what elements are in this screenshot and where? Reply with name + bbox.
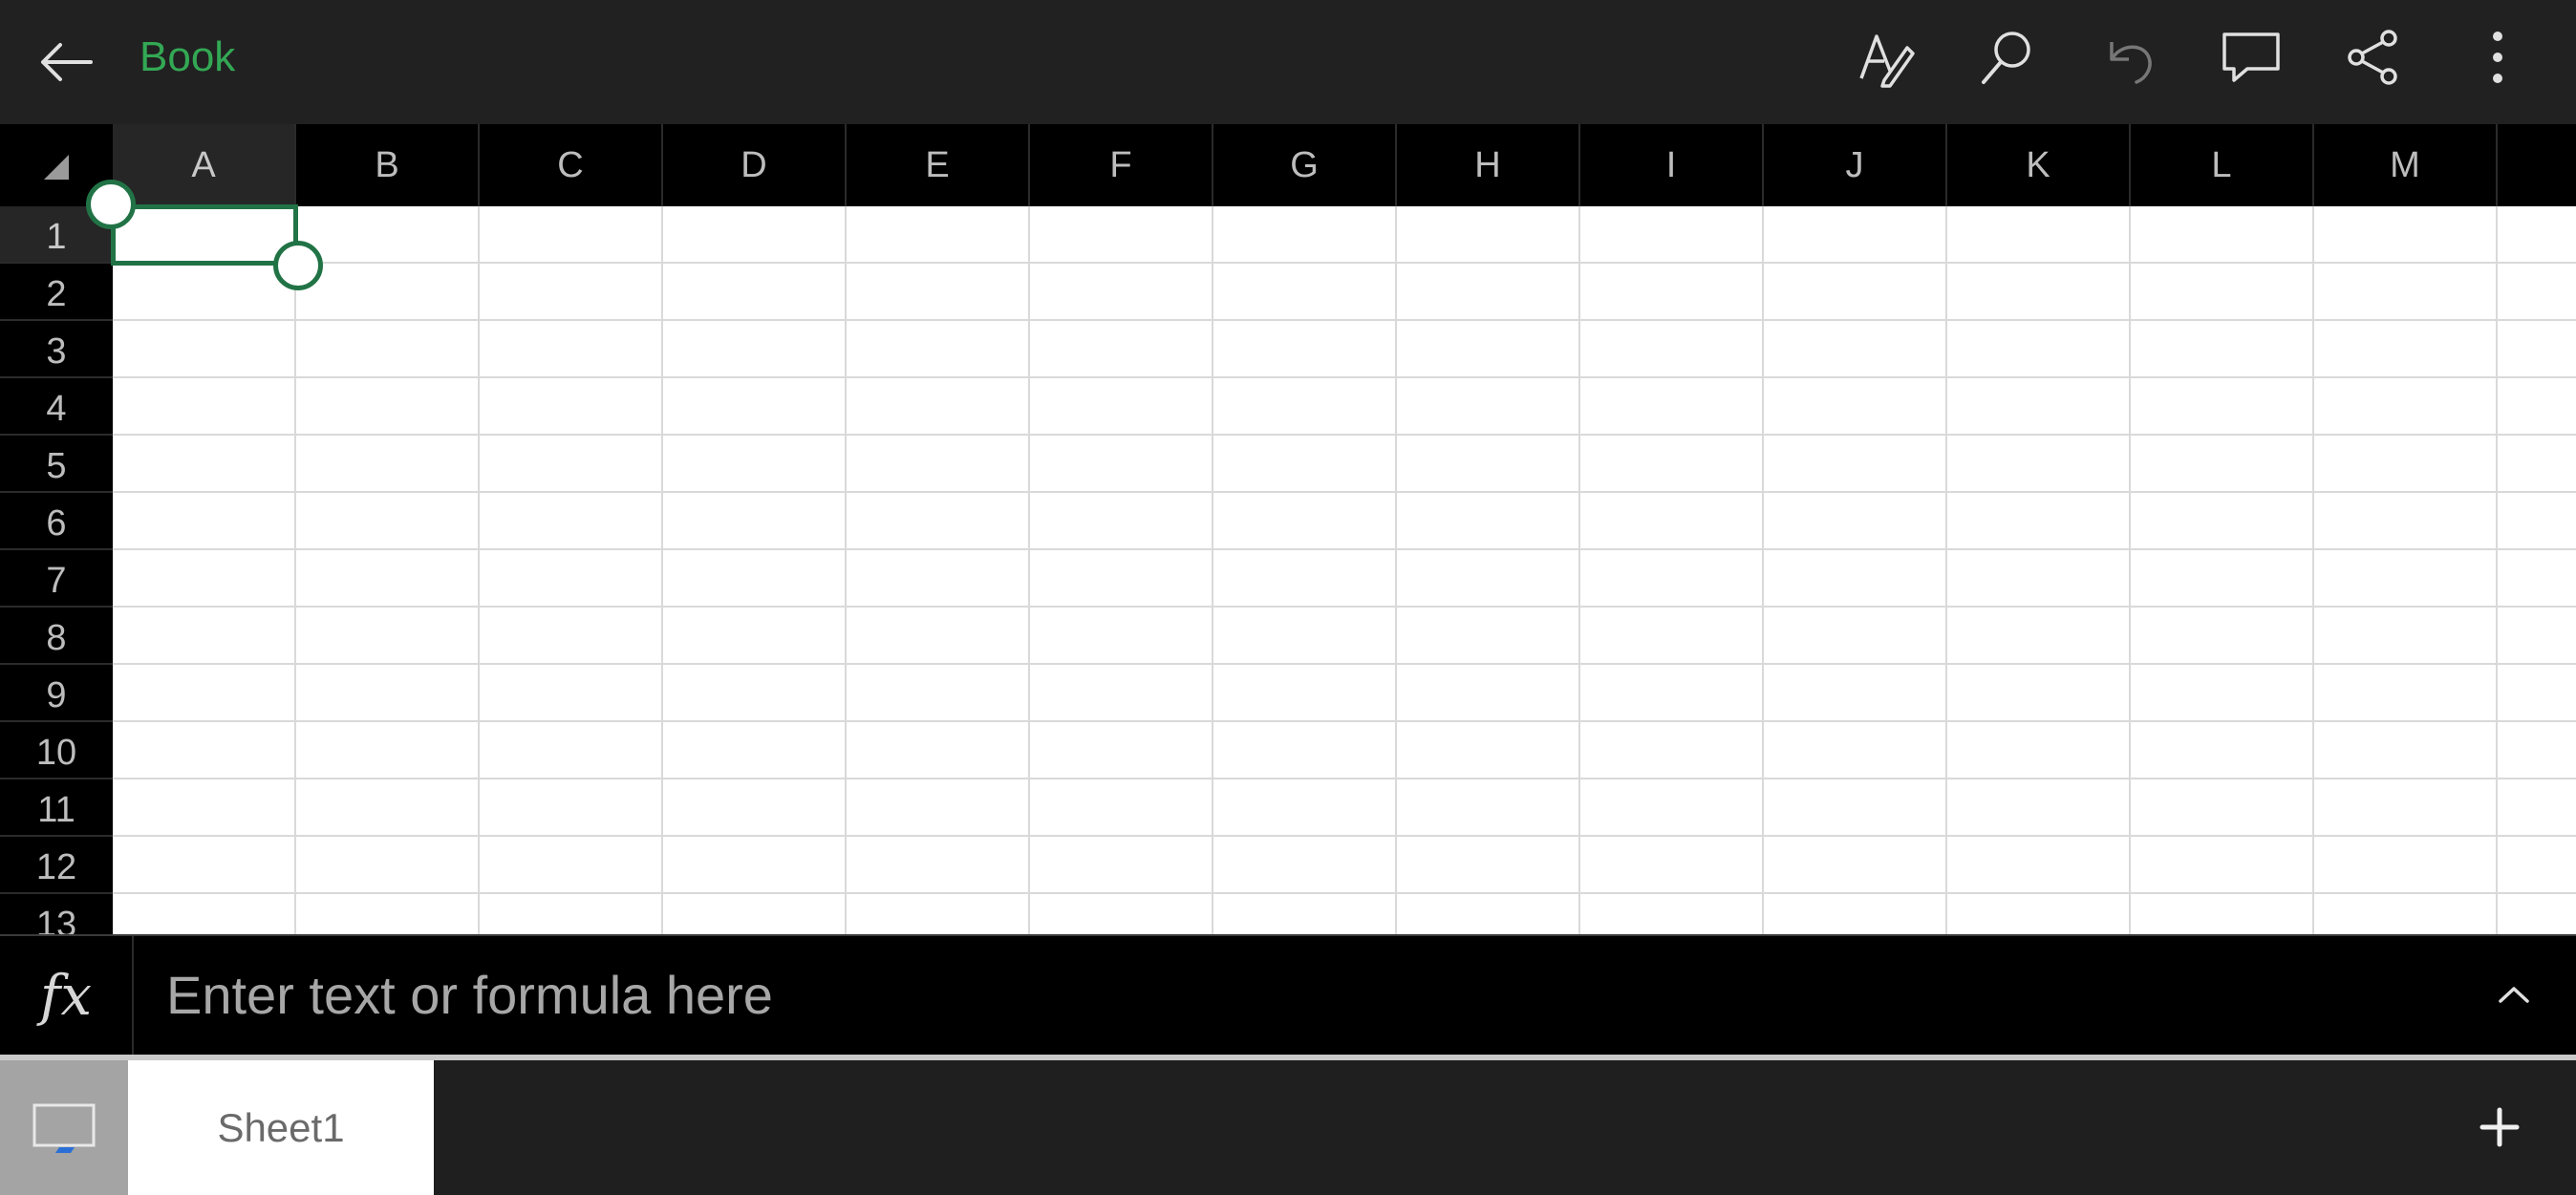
column-header-h[interactable]: H	[1397, 124, 1580, 206]
column-header-i[interactable]: I	[1580, 124, 1764, 206]
row-header-2[interactable]: 2	[0, 264, 113, 321]
top-app-bar: Book	[0, 0, 2576, 124]
chevron-up-icon	[2499, 987, 2529, 1003]
back-button[interactable]	[23, 24, 109, 100]
row-header-11[interactable]: 11	[0, 779, 113, 837]
search-button[interactable]	[1961, 19, 2052, 96]
column-header-c[interactable]: C	[480, 124, 663, 206]
more-vertical-icon	[2493, 32, 2502, 83]
column-header-j[interactable]: J	[1764, 124, 1947, 206]
undo-icon	[2110, 42, 2152, 84]
column-header-m[interactable]: M	[2314, 124, 2498, 206]
row-headers: 1 2 3 4 5 6 7 8 9 10 11 12 13	[0, 206, 113, 934]
selection-handle-bottom-right[interactable]	[273, 241, 323, 290]
pen-draw-icon	[1859, 34, 1915, 88]
document-title[interactable]: Book	[140, 0, 235, 115]
row-header-4[interactable]: 4	[0, 378, 113, 436]
row-header-6[interactable]: 6	[0, 493, 113, 550]
formula-bar: fx	[0, 934, 2576, 1055]
sheets-view-icon	[32, 1103, 96, 1153]
search-icon	[1982, 32, 2030, 84]
row-header-5[interactable]: 5	[0, 436, 113, 493]
comment-button[interactable]	[2205, 19, 2297, 96]
row-header-9[interactable]: 9	[0, 665, 113, 722]
undo-button[interactable]	[2083, 19, 2175, 96]
insert-function-button[interactable]: fx	[0, 936, 134, 1055]
selected-cell-outline[interactable]	[111, 204, 298, 266]
more-button[interactable]	[2452, 19, 2544, 96]
share-icon	[2348, 30, 2397, 85]
column-header-a[interactable]: A	[113, 124, 296, 206]
comment-icon	[2222, 32, 2280, 82]
column-header-f[interactable]: F	[1030, 124, 1213, 206]
row-header-10[interactable]: 10	[0, 722, 113, 779]
sheets-view-button[interactable]	[0, 1060, 128, 1195]
back-arrow-icon	[41, 43, 93, 81]
plus-icon	[2479, 1107, 2520, 1147]
column-header-d[interactable]: D	[663, 124, 847, 206]
column-header-g[interactable]: G	[1213, 124, 1397, 206]
draw-button[interactable]	[1840, 19, 1932, 96]
share-button[interactable]	[2328, 19, 2419, 96]
sheet-tab-sheet1[interactable]: Sheet1	[128, 1060, 434, 1195]
row-header-12[interactable]: 12	[0, 837, 113, 894]
column-header-l[interactable]: L	[2131, 124, 2314, 206]
formula-input[interactable]	[166, 953, 2459, 1035]
column-headers: ABCDEFGHIJKLM	[113, 124, 2576, 206]
cells-area[interactable]	[113, 206, 2576, 934]
column-header-e[interactable]: E	[847, 124, 1030, 206]
column-header-b[interactable]: B	[296, 124, 480, 206]
fx-icon: fx	[39, 963, 93, 1028]
expand-formula-button[interactable]	[2480, 965, 2547, 1026]
sheet-tabs-bar: Sheet1	[0, 1060, 2576, 1195]
add-sheet-button[interactable]	[2461, 1089, 2538, 1165]
row-header-8[interactable]: 8	[0, 608, 113, 665]
column-header-k[interactable]: K	[1947, 124, 2131, 206]
spreadsheet-grid: ABCDEFGHIJKLM 1 2 3 4 5 6 7 8 9 10 11 12 13	[0, 124, 2576, 934]
selection-handle-top-left[interactable]	[86, 180, 136, 229]
row-header-7[interactable]: 7	[0, 550, 113, 608]
excel-app-window: Book A B C D E F G H I J K L M 1 2 3 4 5…	[0, 0, 2576, 1195]
row-header-13[interactable]: 13	[0, 894, 113, 934]
row-header-3[interactable]: 3	[0, 321, 113, 378]
